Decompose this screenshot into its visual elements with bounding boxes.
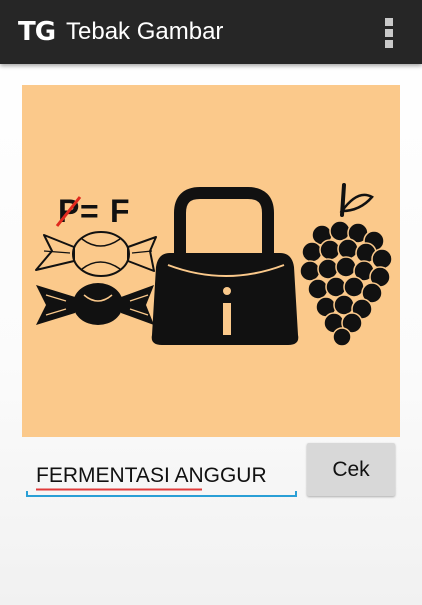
handbag-icon	[151, 187, 299, 345]
rule-letter-to: F	[110, 193, 130, 229]
action-bar: TG Tebak Gambar	[0, 0, 422, 64]
overflow-menu-icon[interactable]	[384, 18, 394, 48]
check-button[interactable]: Cek	[307, 443, 395, 496]
puzzle-illustration: P = F	[35, 183, 393, 347]
candy-filled-icon	[36, 283, 154, 325]
menu-dot	[385, 18, 393, 26]
app-logo: TG	[18, 17, 56, 47]
answer-value: FERMENTASI ANGGUR	[36, 464, 267, 487]
menu-dot	[385, 29, 393, 37]
letter-rule: P = F	[55, 193, 130, 229]
puzzle-image: P = F	[22, 85, 400, 437]
candy-outline-icon	[35, 231, 157, 277]
menu-dot	[385, 40, 393, 48]
app-title: Tebak Gambar	[66, 18, 224, 45]
input-underline	[26, 491, 297, 497]
grapes-icon	[299, 183, 393, 347]
spellcheck-underline	[36, 488, 202, 491]
answer-input[interactable]: FERMENTASI ANGGUR	[26, 455, 297, 497]
rule-equals: =	[80, 193, 99, 229]
